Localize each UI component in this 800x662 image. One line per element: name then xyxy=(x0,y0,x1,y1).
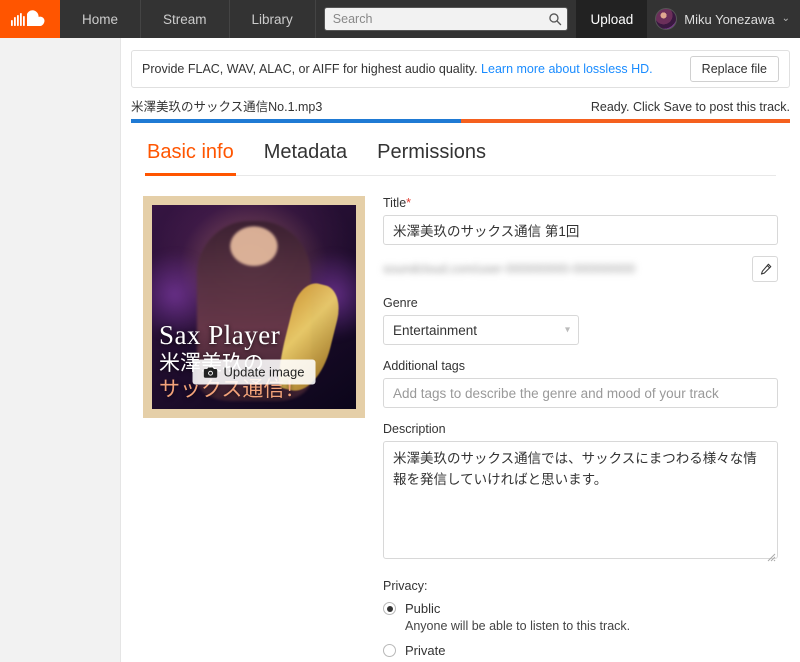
nav-item-stream-label: Stream xyxy=(163,11,207,27)
genre-select-wrap: Entertainment ▾ xyxy=(383,315,579,345)
privacy-private-label: Private xyxy=(405,643,446,658)
permalink-url: soundcloud.com/user-000000000-000000000 xyxy=(383,262,636,276)
genre-select[interactable]: Entertainment xyxy=(383,315,579,345)
update-image-button[interactable]: Update image xyxy=(192,359,316,385)
genre-group: Genre Entertainment ▾ xyxy=(383,296,778,345)
upload-file-row: 米澤美玖のサックス通信No.1.mp3 Ready. Click Save to… xyxy=(121,88,800,119)
user-name-label: Miku Yonezawa xyxy=(684,11,775,27)
title-input[interactable] xyxy=(383,215,778,245)
title-label: Title* xyxy=(383,196,778,210)
description-group: Description xyxy=(383,422,778,564)
chevron-down-icon: ⌄ xyxy=(781,13,790,24)
progress-segment-complete xyxy=(131,119,461,123)
avatar xyxy=(655,8,678,30)
track-artwork[interactable]: Sax Player 米澤美玖の サックス通信！ Update image xyxy=(143,196,365,418)
privacy-option-public[interactable]: Public xyxy=(383,601,778,616)
permalink-row: soundcloud.com/user-000000000-000000000 xyxy=(383,256,778,282)
privacy-public-help: Anyone will be able to listen to this tr… xyxy=(405,619,631,633)
form-fields-column: Title* soundcloud.com/user-000000000-000… xyxy=(383,196,778,662)
tab-permissions-label: Permissions xyxy=(377,141,487,163)
nav-item-library-label: Library xyxy=(251,11,293,27)
uploaded-file-name: 米澤美玖のサックス通信No.1.mp3 xyxy=(131,100,323,114)
genre-selected-value: Entertainment xyxy=(393,322,478,338)
description-label: Description xyxy=(383,422,446,436)
edit-permalink-button[interactable] xyxy=(752,256,778,282)
radio-public-icon[interactable] xyxy=(383,602,396,615)
upload-progress-bar xyxy=(131,119,790,123)
basic-info-form: Sax Player 米澤美玖の サックス通信！ Update image Ti xyxy=(121,176,800,662)
tab-metadata-label: Metadata xyxy=(263,141,348,163)
user-menu[interactable]: Miku Yonezawa ⌄ xyxy=(647,0,800,38)
nav-item-library[interactable]: Library xyxy=(230,0,316,38)
upload-button-label: Upload xyxy=(590,11,634,27)
tab-metadata[interactable]: Metadata xyxy=(262,137,349,176)
nav-item-stream[interactable]: Stream xyxy=(141,0,230,38)
upload-button[interactable]: Upload xyxy=(576,0,648,38)
search-box xyxy=(323,7,569,31)
lossless-notice-text: Provide FLAC, WAV, ALAC, or AIFF for hig… xyxy=(142,62,653,76)
tags-label: Additional tags xyxy=(383,359,466,373)
lossless-notice: Provide FLAC, WAV, ALAC, or AIFF for hig… xyxy=(131,50,790,88)
privacy-title: Privacy: xyxy=(383,579,428,593)
title-required-mark: * xyxy=(406,196,412,210)
upload-content-panel: Provide FLAC, WAV, ALAC, or AIFF for hig… xyxy=(120,38,800,662)
tab-permissions[interactable]: Permissions xyxy=(375,137,488,176)
lossless-learn-more-link[interactable]: Learn more about lossless HD. xyxy=(481,62,653,76)
privacy-section: Privacy: Public Anyone will be able to l… xyxy=(383,579,778,662)
nav-item-home-label: Home xyxy=(82,11,119,27)
replace-file-button[interactable]: Replace file xyxy=(689,56,779,82)
search-container xyxy=(316,0,577,38)
privacy-option-private[interactable]: Private xyxy=(383,643,778,658)
upload-status-text: Ready. Click Save to post this track. xyxy=(590,100,790,114)
tags-group: Additional tags xyxy=(383,359,778,408)
search-input[interactable] xyxy=(323,7,569,31)
tab-basic-info-label: Basic info xyxy=(147,141,234,163)
title-label-text: Title xyxy=(383,196,407,210)
soundcloud-logo[interactable] xyxy=(0,0,60,38)
lossless-notice-message: Provide FLAC, WAV, ALAC, or AIFF for hig… xyxy=(142,62,482,76)
description-wrap xyxy=(383,441,778,564)
top-navigation-bar: Home Stream Library Upload Miku Yonezawa… xyxy=(0,0,800,38)
tags-input[interactable] xyxy=(383,378,778,408)
radio-private-icon[interactable] xyxy=(383,644,396,657)
page-background: Provide FLAC, WAV, ALAC, or AIFF for hig… xyxy=(0,38,800,662)
description-textarea[interactable] xyxy=(383,441,778,559)
update-image-label: Update image xyxy=(223,364,305,380)
pencil-icon xyxy=(760,263,771,275)
camera-icon xyxy=(203,367,218,378)
genre-label: Genre xyxy=(383,296,418,310)
nav-item-home[interactable]: Home xyxy=(60,0,142,38)
tab-basic-info[interactable]: Basic info xyxy=(145,137,236,176)
privacy-public-label: Public xyxy=(405,601,441,616)
upload-tabs: Basic info Metadata Permissions xyxy=(145,137,776,176)
progress-segment-remaining xyxy=(460,119,790,123)
